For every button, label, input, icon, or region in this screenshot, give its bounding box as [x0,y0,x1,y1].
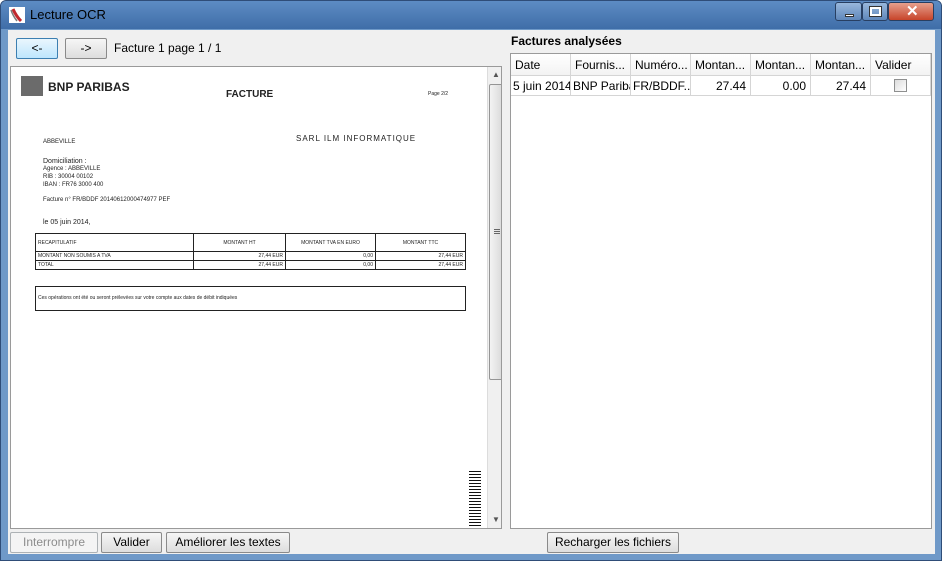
document-scrollbar[interactable]: ▲ ▼ [487,67,501,528]
doc-invoice-ref: Facture n° FR/BDDF 20140612000474977 PEF [43,197,171,203]
doc-table-cell: 27,44 EUR [375,251,466,261]
title-bar[interactable]: Lecture OCR ✕ [1,1,941,29]
scroll-down-icon[interactable]: ▼ [492,516,500,524]
doc-line: IBAN : FR76 3000 400 [43,182,104,188]
improve-texts-button[interactable]: Améliorer les textes [166,532,290,553]
close-button[interactable]: ✕ [888,2,934,21]
doc-note: Ces opérations ont été ou seront prélevé… [35,286,466,311]
doc-line: RIB : 30004 00102 [43,174,94,180]
invoices-table: Date Fournis... Numéro... Montan... Mont… [510,53,932,529]
minimize-icon [845,14,854,17]
cell-montant-ttc[interactable]: 27.44 [811,76,871,96]
scroll-up-icon[interactable]: ▲ [492,71,500,79]
doc-table-cell: MONTANT NON SOUMIS A TVA [35,251,194,261]
doc-table-header: MONTANT TVA EN EURO [285,233,376,252]
bank-logo-icon [21,76,43,96]
column-header-fournisseur[interactable]: Fournis... [571,54,631,76]
close-icon: ✕ [906,3,919,20]
cell-montant-ht[interactable]: 27.44 [691,76,751,96]
column-header-date[interactable]: Date [511,54,571,76]
doc-table-header: MONTANT TTC [375,233,466,252]
doc-page: Page 2/2 [428,91,449,97]
interrupt-button[interactable]: Interrompre [10,532,98,553]
window-title: Lecture OCR [30,7,106,22]
doc-title: FACTURE [226,89,274,100]
doc-table-cell: 0,00 [285,260,376,270]
barcode-icon [469,471,481,527]
scroll-thumb[interactable] [489,84,501,380]
doc-table-cell: 27,44 EUR [375,260,466,270]
grip-line [494,229,500,230]
doc-table-cell: TOTAL [35,260,194,270]
panel-title: Factures analysées [511,34,622,48]
cell-numero[interactable]: FR/BDDF... [631,76,691,96]
doc-bank-name: BNP PARIBAS [48,80,130,94]
grip-line [494,231,500,232]
doc-recipient: SARL ILM INFORMATIQUE [296,134,417,143]
maximize-icon [869,6,882,17]
document-viewer[interactable]: BNP PARIBAS FACTURE Page 2/2 ABBEVILLE S… [10,66,502,529]
doc-table-header: MONTANT HT [193,233,286,252]
valider-checkbox[interactable] [894,79,907,92]
maximize-button[interactable] [862,2,888,21]
invoice-image: BNP PARIBAS FACTURE Page 2/2 ABBEVILLE S… [19,73,485,528]
doc-table-cell: 27,44 EUR [193,260,286,270]
doc-summary-table: RECAPITULATIF MONTANT HT MONTANT TVA EN … [35,233,466,270]
doc-line: Agence : ABBEVILLE [43,166,101,172]
validate-button[interactable]: Valider [101,532,162,553]
doc-table-header: RECAPITULATIF [35,233,194,252]
cell-montant-tva[interactable]: 0.00 [751,76,811,96]
previous-button[interactable]: <- [16,38,58,59]
doc-domiciliation: Domiciliation : [43,158,87,165]
doc-table-cell: 27,44 EUR [193,251,286,261]
ocr-window: Lecture OCR ✕ <- -> Facture 1 page 1 / 1… [0,0,942,561]
doc-date: le 05 juin 2014, [43,219,91,226]
cell-fournisseur[interactable]: BNP Paribas [571,76,631,96]
doc-city: ABBEVILLE [43,139,76,145]
cell-valider [871,76,931,96]
cell-date[interactable]: 5 juin 2014 [511,76,571,96]
column-header-numero[interactable]: Numéro... [631,54,691,76]
doc-table-cell: 0,00 [285,251,376,261]
column-header-montant-ht[interactable]: Montan... [691,54,751,76]
column-header-montant-ttc[interactable]: Montan... [811,54,871,76]
column-header-montant-tva[interactable]: Montan... [751,54,811,76]
column-header-valider[interactable]: Valider [871,54,931,76]
page-indicator: Facture 1 page 1 / 1 [114,41,222,55]
grip-line [494,233,500,234]
next-button[interactable]: -> [65,38,107,59]
client-area: <- -> Facture 1 page 1 / 1 BNP PARIBAS F… [8,30,935,554]
app-icon [9,7,25,23]
minimize-button[interactable] [835,2,862,21]
reload-files-button[interactable]: Recharger les fichiers [547,532,679,553]
